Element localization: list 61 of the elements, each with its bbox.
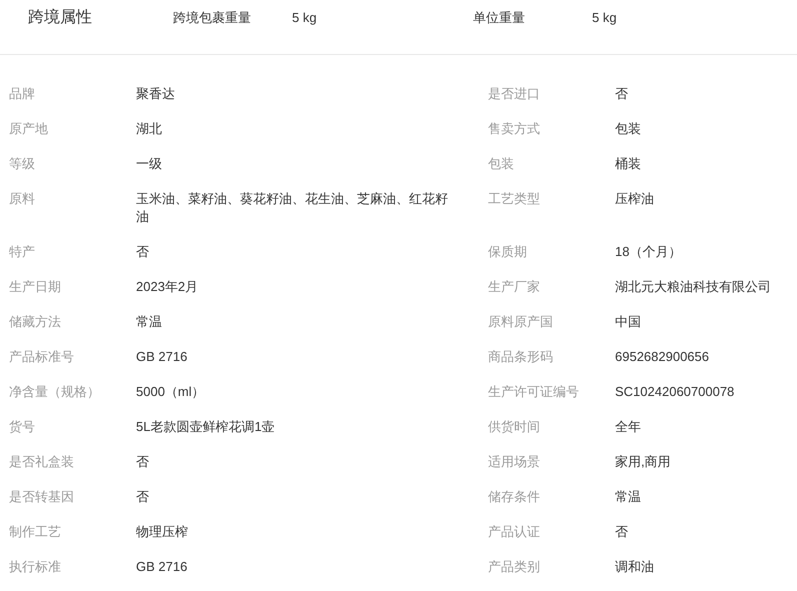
attribute-label: 制作工艺 — [9, 522, 62, 540]
attribute-label: 是否礼盒装 — [9, 452, 75, 470]
attribute-label: 原料原产国 — [488, 312, 554, 330]
attribute-value: 常温 — [136, 312, 163, 330]
field-label: 跨境包裹重量 — [173, 9, 252, 27]
attribute-label: 工艺类型 — [488, 190, 541, 208]
attribute-value: 桶装 — [615, 154, 641, 172]
attribute-label: 产品标准号 — [9, 348, 75, 366]
attribute-label: 生产厂家 — [488, 278, 541, 296]
attribute-label: 原料 — [9, 190, 36, 208]
attribute-label: 品牌 — [9, 84, 36, 102]
attribute-label: 适用场景 — [488, 452, 541, 470]
attribute-value: GB 2716 — [136, 348, 188, 366]
attribute-label: 商品条形码 — [488, 348, 554, 366]
attribute-value: 常温 — [615, 488, 641, 506]
attribute-value: 压榨油 — [615, 190, 654, 208]
attribute-label: 执行标准 — [9, 558, 62, 576]
attribute-value: 5L老款圆壶鲜榨花调1壶 — [136, 418, 276, 436]
field-value: 5 kg — [592, 9, 617, 27]
attribute-value: 5000（ml） — [136, 382, 206, 400]
attribute-value: 18（个月） — [615, 242, 682, 260]
attribute-label: 产品类别 — [488, 558, 541, 576]
attribute-value: 物理压榨 — [136, 522, 189, 540]
attribute-label: 是否进口 — [488, 84, 541, 102]
attribute-label: 储藏方法 — [9, 312, 62, 330]
attribute-value: 调和油 — [615, 558, 654, 576]
attribute-value: 湖北 — [136, 120, 163, 138]
attribute-value: 聚香达 — [136, 84, 176, 102]
attribute-label: 等级 — [9, 154, 36, 172]
attribute-label: 售卖方式 — [488, 120, 541, 138]
attribute-label: 特产 — [9, 242, 36, 260]
attribute-label: 原产地 — [9, 120, 49, 138]
attribute-label: 保质期 — [488, 242, 528, 260]
attribute-label: 储存条件 — [488, 488, 541, 506]
section-title: 跨境属性 — [28, 8, 93, 28]
attribute-value: 湖北元大粮油科技有限公司 — [615, 278, 771, 296]
attribute-value: 否 — [136, 452, 150, 470]
field-label: 单位重量 — [473, 9, 526, 27]
attribute-value: 6952682900656 — [615, 348, 709, 366]
attribute-label: 生产许可证编号 — [488, 382, 580, 400]
attribute-label: 货号 — [9, 418, 36, 436]
attribute-label: 包装 — [488, 154, 515, 172]
attribute-value: 全年 — [615, 418, 641, 436]
attribute-label: 生产日期 — [9, 278, 62, 296]
attribute-label: 供货时间 — [488, 418, 541, 436]
attribute-value: 2023年2月 — [136, 278, 200, 296]
attribute-value: 一级 — [136, 154, 163, 172]
attribute-value: 家用,商用 — [615, 452, 671, 470]
attribute-value: 否 — [615, 522, 628, 540]
attribute-value: 包装 — [615, 120, 641, 138]
attribute-value: 否 — [615, 84, 628, 102]
attribute-value: 否 — [136, 488, 150, 506]
attribute-value: SC10242060700078 — [615, 382, 734, 400]
attribute-value: 玉米油、菜籽油、葵花籽油、花生油、芝麻油、红花籽油 — [136, 190, 449, 226]
attribute-value: 否 — [136, 242, 150, 260]
attribute-label: 净含量（规格） — [9, 382, 101, 400]
attribute-value: 中国 — [615, 312, 641, 330]
attribute-label: 是否转基因 — [9, 488, 75, 506]
field-value: 5 kg — [292, 9, 317, 27]
attribute-value: GB 2716 — [136, 558, 188, 576]
attribute-label: 产品认证 — [488, 522, 541, 540]
